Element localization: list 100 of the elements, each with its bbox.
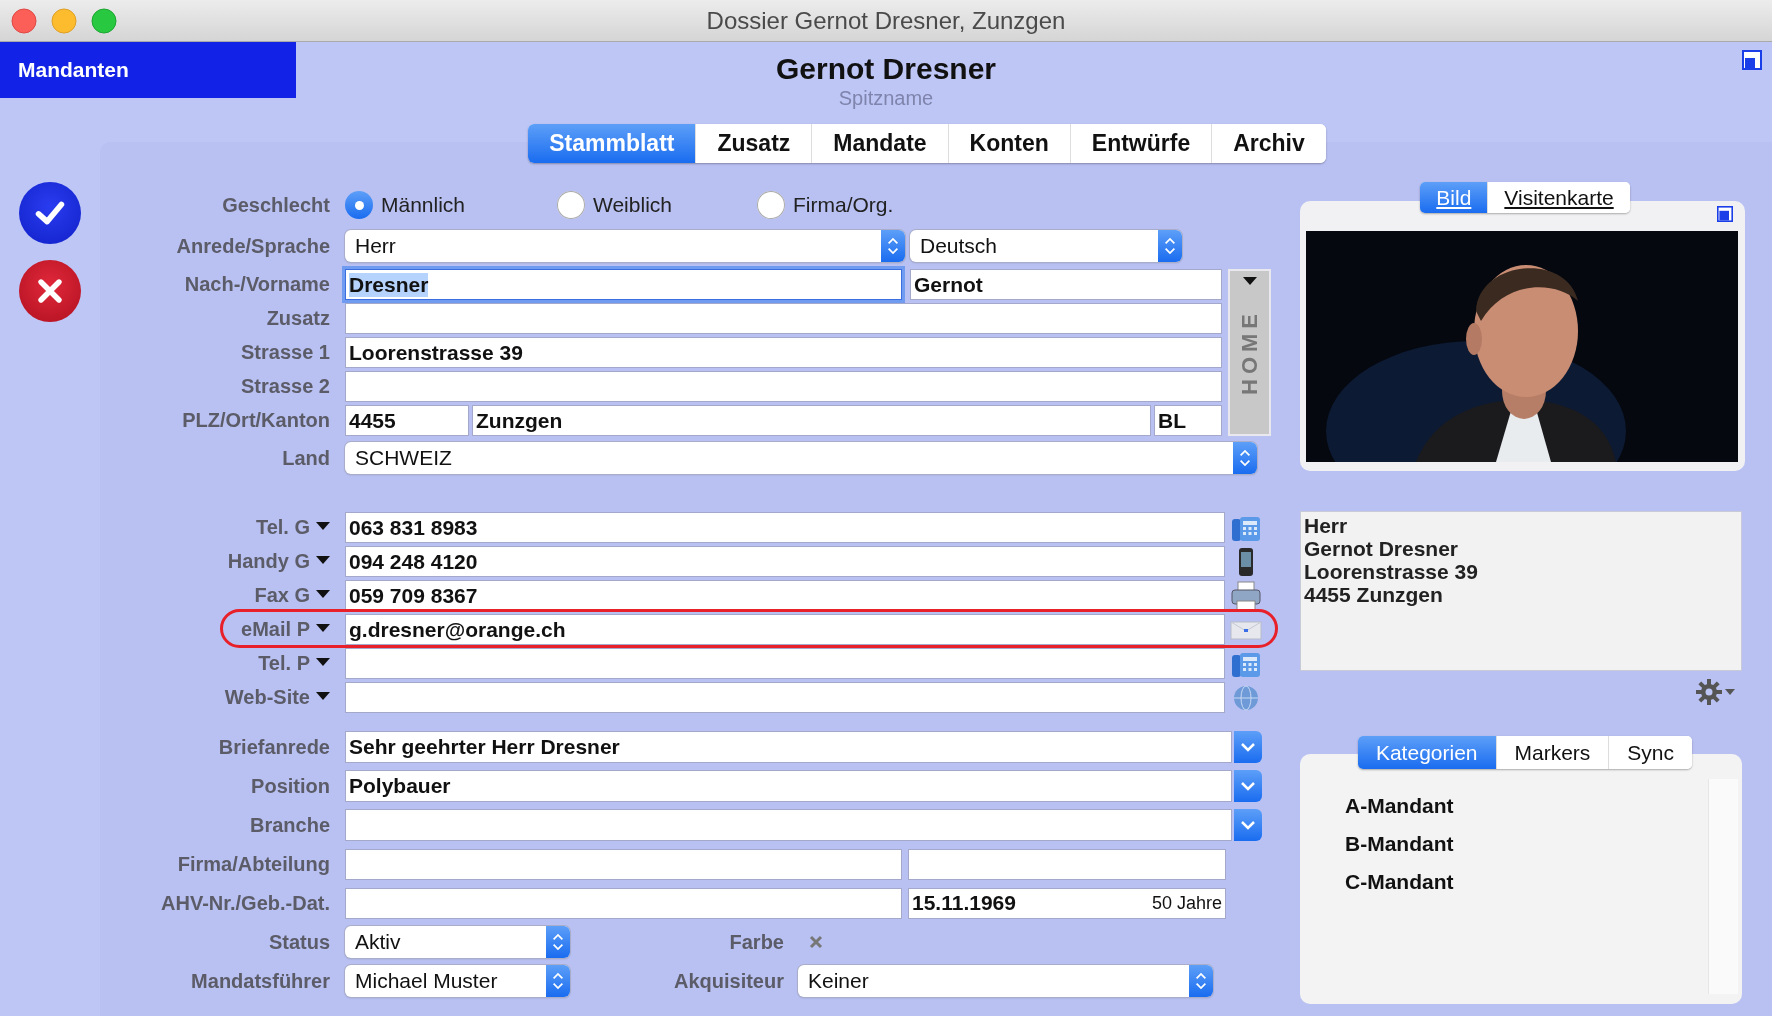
tab[interactable]: Entwürfe	[1069, 124, 1212, 163]
category-item[interactable]: B-Mandant	[1345, 825, 1708, 863]
address-line: 4455 Zunzgen	[1304, 583, 1444, 606]
field-label: Strasse 2	[240, 375, 330, 398]
acquirer-popup[interactable]: Keiner	[798, 965, 1213, 997]
category-item[interactable]: A-Mandant	[1345, 787, 1708, 825]
window-title: Dossier Gernot Dresner, Zunzgen	[706, 6, 1066, 34]
chevron-icon[interactable]	[551, 931, 565, 953]
clear-icon[interactable]	[808, 934, 824, 950]
field-label: Position	[250, 774, 330, 798]
field-label: Anrede/Sprache	[175, 234, 330, 258]
chevron-icon[interactable]	[1240, 742, 1256, 752]
manager-popup[interactable]: Michael Muster	[345, 965, 570, 997]
text-field[interactable]	[908, 848, 1226, 880]
tab[interactable]: Sync	[1608, 736, 1693, 769]
text-field[interactable]	[345, 648, 1225, 679]
tab[interactable]: Archiv	[1211, 124, 1326, 163]
dropdown-icon[interactable]	[316, 691, 330, 700]
chevron-icon[interactable]	[1240, 781, 1256, 791]
field-label: Briefanrede	[217, 735, 330, 759]
text-field[interactable]: 059 709 8367	[345, 580, 1225, 611]
radio-label[interactable]: Firma/Org.	[793, 193, 894, 217]
text-field[interactable]: 063 831 8983	[345, 512, 1225, 543]
dropdown-icon[interactable]	[316, 657, 330, 666]
chevron-icon[interactable]	[1238, 447, 1252, 469]
text-field[interactable]	[345, 682, 1225, 713]
category-item[interactable]: C-Mandant	[1345, 863, 1708, 901]
text-field[interactable]	[345, 303, 1222, 334]
field-label[interactable]: Web-Site	[224, 686, 310, 709]
popup-menu[interactable]: Deutsch	[910, 230, 1182, 262]
field-label[interactable]: Handy G	[227, 550, 310, 573]
sidebar-button[interactable]: Mandanten	[0, 42, 296, 98]
field-label[interactable]: Tel. G	[255, 516, 310, 539]
field-label: AHV-Nr./Geb.-Dat.	[160, 891, 330, 915]
status-popup[interactable]: Aktiv	[345, 926, 570, 958]
caret-icon[interactable]	[1242, 277, 1257, 285]
field-label: Strasse 1	[240, 341, 330, 364]
field-label: Akquisiteur	[673, 969, 784, 992]
text-field[interactable]: Loorenstrasse 39	[345, 337, 1222, 368]
square-icon[interactable]	[1717, 206, 1733, 222]
field-label: Land	[281, 446, 330, 470]
radio-label[interactable]: Männlich	[381, 193, 466, 217]
settings-icon[interactable]	[1696, 679, 1736, 705]
dropdown-icon[interactable]	[316, 623, 330, 632]
text-field[interactable]: g.dresner@orange.ch	[345, 614, 1225, 645]
address-line: Herr	[1304, 514, 1349, 537]
field-label: Mandatsführer	[190, 969, 330, 993]
radio-button[interactable]	[757, 191, 785, 219]
client-name: Gernot Dresner	[775, 52, 997, 86]
chevron-icon[interactable]	[551, 970, 565, 992]
text-field[interactable]: Dresner	[345, 269, 902, 300]
text-field[interactable]	[345, 371, 1222, 402]
tab[interactable]: Zusatz	[695, 124, 812, 163]
tab[interactable]: Markers	[1495, 736, 1609, 769]
field-label[interactable]: Tel. P	[258, 652, 310, 675]
date-field[interactable]: 15.11.1969 50 Jahre	[908, 887, 1226, 919]
fax-icon[interactable]	[1230, 580, 1262, 611]
text-field[interactable]: 094 248 4120	[345, 546, 1225, 577]
field-label: Geschlecht	[221, 193, 330, 217]
chevron-icon[interactable]	[886, 235, 900, 257]
square-icon[interactable]	[1742, 50, 1762, 70]
radio-button[interactable]	[345, 191, 373, 219]
field-label: Firma/Abteilung	[176, 852, 330, 876]
combo-box[interactable]	[345, 809, 1262, 841]
text-field[interactable]	[345, 848, 902, 880]
tab[interactable]: Mandate	[811, 124, 948, 163]
tab[interactable]: Stammblatt	[528, 124, 696, 163]
popup-menu[interactable]: Herr	[345, 230, 905, 262]
tab[interactable]: Kategorien	[1357, 736, 1496, 769]
radio-label[interactable]: Weiblich	[593, 193, 672, 217]
text-field[interactable]: Gernot	[910, 269, 1222, 300]
chevron-icon[interactable]	[1240, 820, 1256, 830]
field-label: Status	[267, 930, 330, 954]
chevron-icon[interactable]	[1163, 235, 1177, 257]
field-label: Nach-/Vorname	[183, 273, 330, 296]
text-field[interactable]: 4455	[345, 405, 469, 436]
address-line: Gernot Dresner	[1304, 537, 1460, 560]
field-label[interactable]: Fax G	[254, 584, 310, 607]
chevron-icon[interactable]	[1194, 970, 1208, 992]
field-label: Zusatz	[265, 307, 330, 330]
close-window-icon[interactable]	[11, 7, 37, 34]
text-field[interactable]: Zunzgen	[472, 405, 1151, 436]
field-label: PLZ/Ort/Kanton	[181, 409, 330, 432]
dropdown-icon[interactable]	[316, 589, 330, 598]
radio-button[interactable]	[557, 191, 585, 219]
tab[interactable]: Bild	[1420, 182, 1488, 213]
address-line: Loorenstrasse 39	[1304, 560, 1479, 583]
tab[interactable]: Konten	[947, 124, 1070, 163]
dropdown-icon[interactable]	[316, 555, 330, 564]
tab[interactable]: Visitenkarte	[1487, 182, 1630, 213]
text-field[interactable]	[345, 887, 902, 919]
dropdown-icon[interactable]	[316, 521, 330, 530]
field-label: Farbe	[729, 930, 784, 953]
nickname-field[interactable]: Spitzname	[766, 86, 1006, 110]
field-label[interactable]: eMail P	[241, 618, 310, 641]
field-label: Branche	[248, 813, 330, 837]
text-field[interactable]: BL	[1154, 405, 1222, 436]
country-popup[interactable]: SCHWEIZ	[345, 442, 1257, 474]
age-text: 50 Jahre	[1151, 892, 1222, 914]
zoom-window-icon[interactable]	[91, 7, 117, 34]
